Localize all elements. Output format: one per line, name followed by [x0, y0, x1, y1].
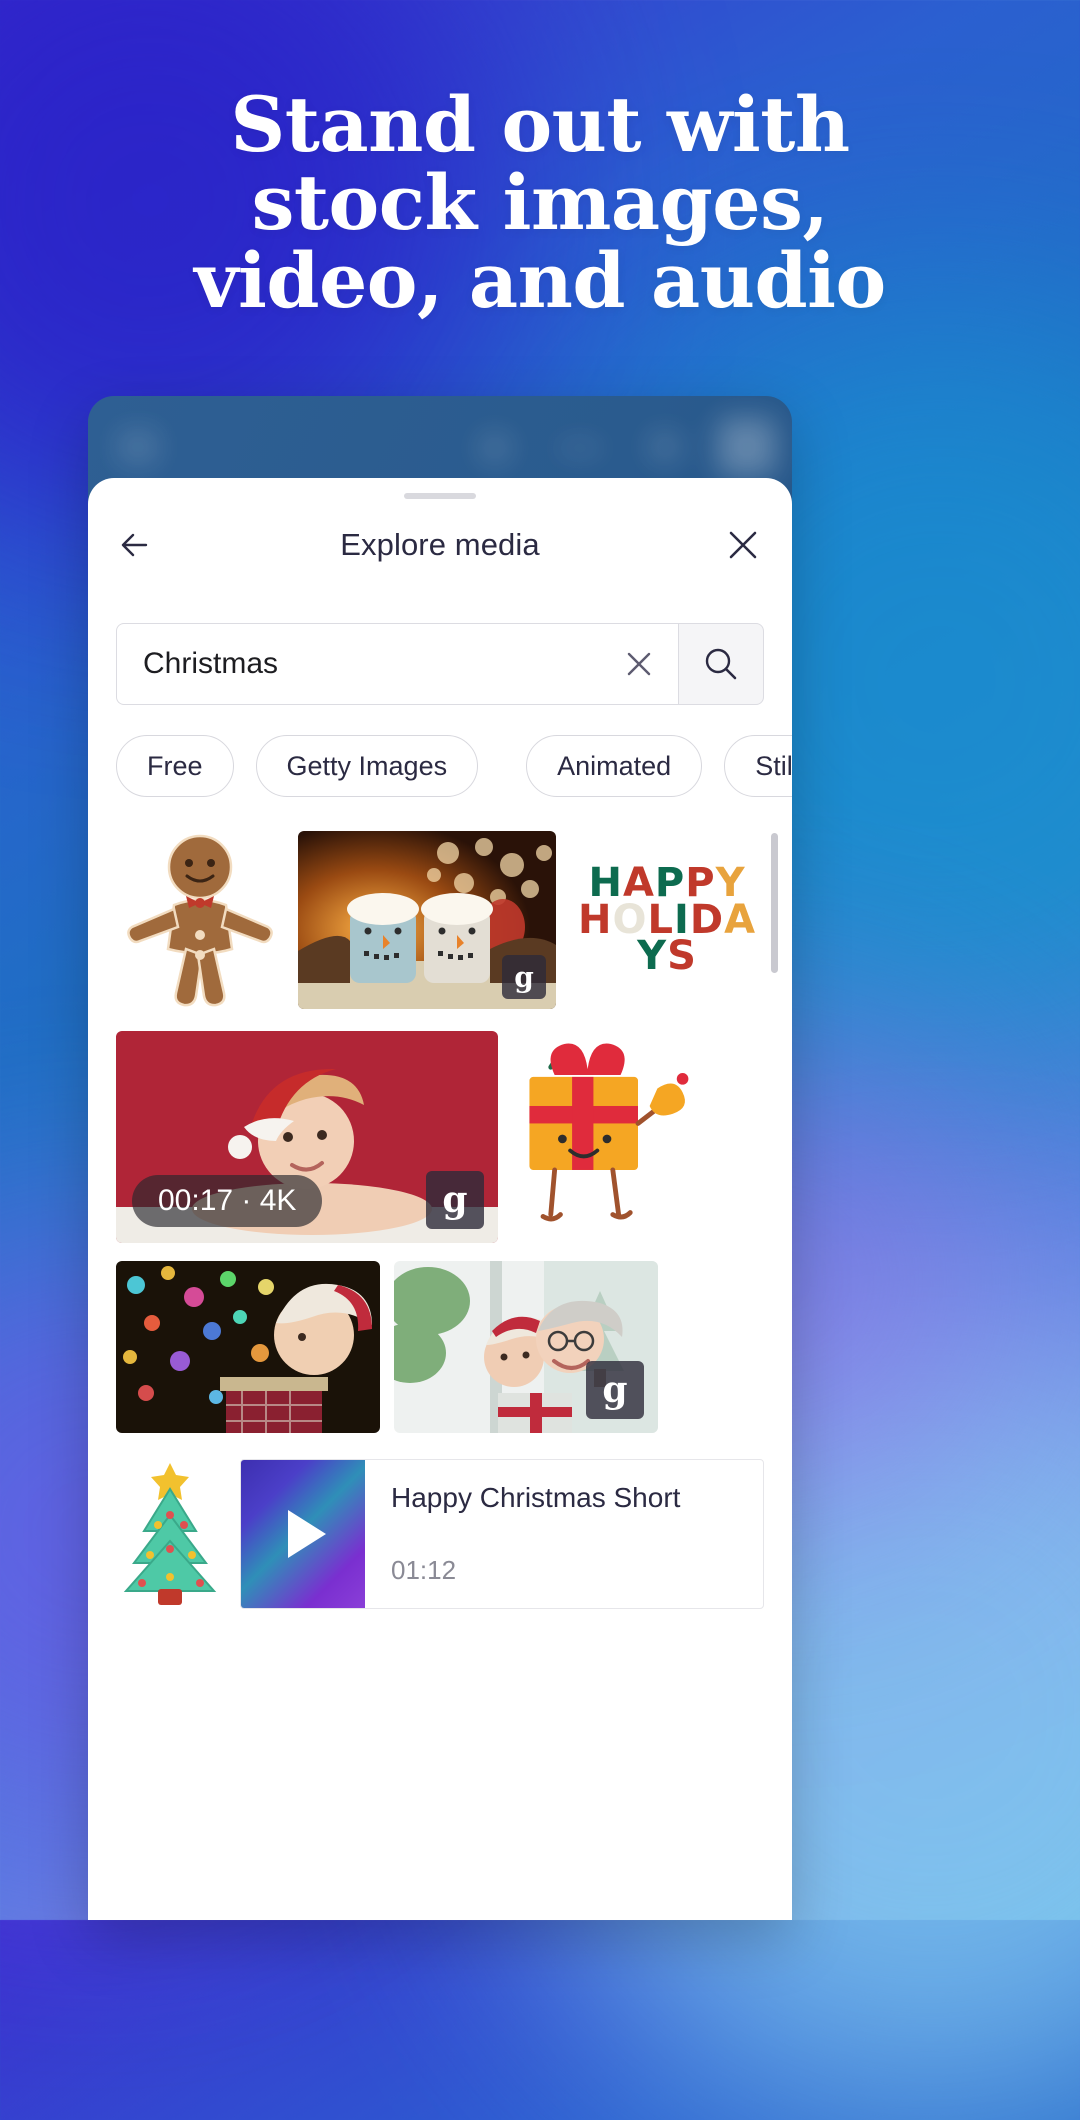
search-bar: Christmas	[116, 623, 764, 705]
getty-watermark-badge: g	[586, 1361, 644, 1419]
filter-chip-getty-images[interactable]: Getty Images	[255, 735, 479, 797]
media-tile-child-opening-gift[interactable]	[116, 1261, 380, 1433]
christmas-tree-sticker	[123, 1463, 217, 1605]
media-tile-happy-holidays[interactable]: HAPPY HOLIDAYS	[570, 831, 764, 1009]
sheet-header: Explore media	[88, 499, 792, 585]
search-icon	[705, 648, 737, 680]
media-tile-christmas-tree[interactable]	[116, 1459, 224, 1609]
toolbar-icon	[648, 430, 682, 464]
search-input-value: Christmas	[143, 647, 279, 680]
headline-line-1: Stand out with	[230, 80, 850, 169]
filter-chip-still[interactable]: Still	[724, 735, 792, 797]
audio-title: Happy Christmas Short	[391, 1482, 681, 1513]
search-button[interactable]	[678, 623, 764, 705]
filter-chip-animated[interactable]: Animated	[526, 735, 703, 797]
close-icon[interactable]	[722, 525, 764, 565]
hero-headline: Stand out with stock images, video, and …	[0, 86, 1080, 320]
video-duration-badge: 00:17 · 4K	[132, 1175, 323, 1227]
headline-line-3: video, and audio	[194, 236, 886, 325]
filter-chip-row: Free Getty Images Animated Still	[116, 735, 792, 797]
toolbar-icon	[718, 418, 776, 476]
filter-chip-free[interactable]: Free	[116, 735, 234, 797]
media-tile-santa-child-video[interactable]: 00:17 · 4K g	[116, 1031, 498, 1243]
audio-duration: 01:12	[391, 1555, 457, 1585]
toolbar-icon	[478, 432, 512, 464]
audio-thumbnail[interactable]	[241, 1460, 365, 1608]
toolbar-icon	[118, 430, 158, 464]
media-results-grid: g HAPPY HOLIDAYS 00:17 · 4K g g Happy Ch…	[88, 831, 792, 1609]
media-tile-cocoa-mugs[interactable]: g	[298, 831, 556, 1009]
toolbar-icon	[558, 442, 602, 454]
media-row: 00:17 · 4K g	[116, 1031, 764, 1243]
audio-item-card[interactable]: Happy Christmas Short 01:12	[240, 1459, 764, 1609]
headline-line-2: stock images,	[251, 158, 829, 247]
media-tile-gingerbread-man[interactable]	[116, 831, 284, 1013]
explore-media-sheet: Explore media Christmas Free Getty Image…	[88, 478, 792, 1920]
happy-holidays-line-2: HOLIDAYS	[577, 896, 757, 980]
media-tile-gift-character[interactable]	[512, 1031, 764, 1243]
media-row: g HAPPY HOLIDAYS	[116, 831, 764, 1013]
media-tile-grandmother-and-child[interactable]: g	[394, 1261, 658, 1433]
results-scrollbar[interactable]	[771, 833, 778, 973]
audio-result-row: Happy Christmas Short 01:12	[116, 1459, 764, 1609]
page-title: Explore media	[340, 527, 540, 562]
getty-watermark-badge: g	[502, 955, 546, 999]
play-icon[interactable]	[288, 1510, 326, 1558]
search-input[interactable]: Christmas	[116, 623, 678, 705]
media-row: g	[116, 1261, 764, 1433]
audio-metadata: Happy Christmas Short 01:12	[365, 1460, 763, 1608]
getty-watermark-badge: g	[426, 1171, 484, 1229]
gingerbread-man-sticker	[127, 834, 273, 1007]
clear-x-icon[interactable]	[622, 647, 656, 681]
